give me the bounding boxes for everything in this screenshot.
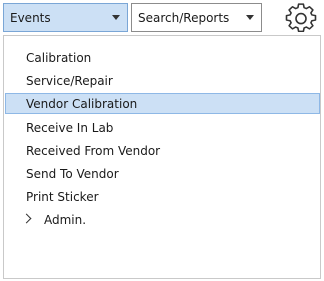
menu-item-send-to-vendor[interactable]: Send To Vendor <box>5 163 320 184</box>
search-reports-dropdown-label: Search/Reports <box>138 10 230 25</box>
app-root: Events Search/Reports Calibration Servic… <box>0 0 324 281</box>
search-reports-dropdown[interactable]: Search/Reports <box>131 3 262 32</box>
menu-item-label: Received From Vendor <box>26 143 161 158</box>
menu-item-received-from-vendor[interactable]: Received From Vendor <box>5 140 320 161</box>
chevron-down-icon <box>246 15 254 20</box>
menu-item-label: Print Sticker <box>26 189 99 204</box>
events-dropdown-label: Events <box>10 10 51 25</box>
menu-item-label: Send To Vendor <box>26 166 119 181</box>
events-dropdown[interactable]: Events <box>3 3 128 32</box>
menu-item-receive-in-lab[interactable]: Receive In Lab <box>5 117 320 138</box>
menu-item-vendor-calibration[interactable]: Vendor Calibration <box>5 93 320 114</box>
chevron-right-icon[interactable] <box>21 213 32 224</box>
gear-icon[interactable] <box>285 3 317 35</box>
menu-item-label: Calibration <box>26 50 92 65</box>
menu-item-calibration[interactable]: Calibration <box>5 47 320 68</box>
menu-item-service-repair[interactable]: Service/Repair <box>5 70 320 91</box>
events-menu: Calibration Service/Repair Vendor Calibr… <box>3 35 321 279</box>
menu-item-print-sticker[interactable]: Print Sticker <box>5 186 320 207</box>
menu-item-admin[interactable]: Admin. <box>5 209 320 230</box>
menu-item-label: Service/Repair <box>26 73 113 88</box>
menu-item-label: Admin. <box>44 212 87 227</box>
chevron-down-icon <box>112 15 120 20</box>
menu-item-label: Receive In Lab <box>26 120 114 135</box>
menu-item-label: Vendor Calibration <box>26 96 138 111</box>
